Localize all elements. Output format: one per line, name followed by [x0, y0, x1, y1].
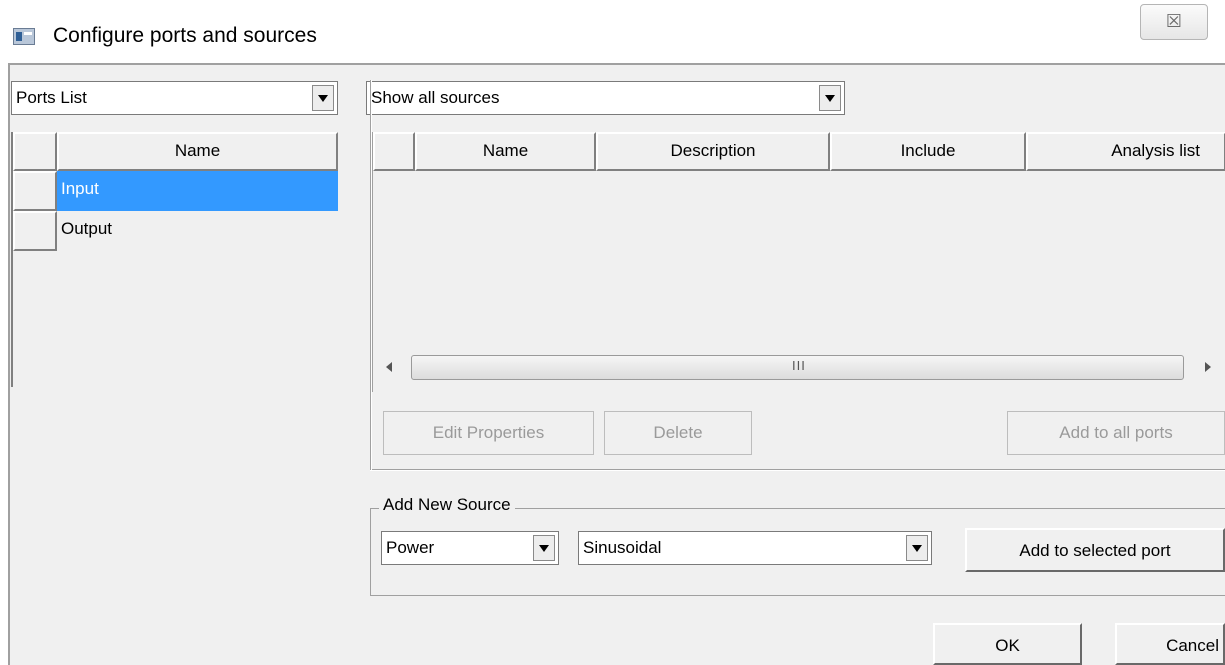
- scroll-right-icon[interactable]: [1205, 362, 1211, 372]
- source-type-dropdown[interactable]: Power: [381, 531, 559, 565]
- source-waveform-dropdown[interactable]: Sinusoidal: [578, 531, 932, 565]
- sources-column-description[interactable]: Description: [596, 132, 830, 171]
- ports-column-name[interactable]: Name: [57, 132, 338, 171]
- sources-column-include[interactable]: Include: [830, 132, 1026, 171]
- source-type-value: Power: [386, 538, 435, 557]
- delete-button[interactable]: Delete: [604, 411, 752, 455]
- port-row-input[interactable]: Input: [57, 171, 338, 211]
- title-bar: Configure ports and sources ☒: [0, 0, 1225, 60]
- window-title: Configure ports and sources: [53, 24, 317, 47]
- sources-filter-dropdown[interactable]: Show all sources: [366, 81, 845, 115]
- add-to-all-ports-button[interactable]: Add to all ports: [1007, 411, 1225, 455]
- sources-column-analysis-list[interactable]: Analysis list: [1026, 132, 1225, 171]
- scrollbar-grip-icon: III: [792, 358, 806, 373]
- edit-properties-button[interactable]: Edit Properties: [383, 411, 594, 455]
- close-icon: ☒: [1165, 11, 1183, 31]
- ok-button[interactable]: OK: [933, 623, 1082, 665]
- sources-panel-divider: [370, 469, 1225, 471]
- port-row-output[interactable]: Output: [57, 211, 338, 251]
- close-button[interactable]: ☒: [1140, 4, 1208, 40]
- app-window-icon: [13, 28, 35, 45]
- chevron-down-icon[interactable]: [906, 535, 928, 561]
- cancel-button[interactable]: Cancel: [1115, 623, 1225, 665]
- source-waveform-value: Sinusoidal: [583, 538, 662, 557]
- ports-row-header[interactable]: [13, 171, 57, 211]
- ports-grid-corner: [13, 132, 57, 171]
- chevron-down-icon[interactable]: [819, 85, 841, 111]
- sources-column-name[interactable]: Name: [415, 132, 596, 171]
- ports-list-dropdown[interactable]: Ports List: [11, 81, 338, 115]
- sources-filter-value: Show all sources: [371, 88, 500, 107]
- chevron-down-icon[interactable]: [533, 535, 555, 561]
- scrollbar-thumb[interactable]: III: [411, 355, 1184, 380]
- ports-grid: Name Input Output: [11, 132, 338, 387]
- add-new-source-label: Add New Source: [379, 495, 515, 515]
- chevron-down-icon[interactable]: [312, 85, 334, 111]
- sources-horizontal-scrollbar[interactable]: III: [374, 352, 1225, 384]
- sources-grid-corner: [373, 132, 415, 171]
- scroll-left-icon[interactable]: [386, 362, 392, 372]
- ports-list-value: Ports List: [16, 88, 87, 107]
- add-to-selected-port-button[interactable]: Add to selected port: [965, 528, 1225, 572]
- panel-vertical-divider: [370, 80, 372, 470]
- ports-row-header[interactable]: [13, 211, 57, 251]
